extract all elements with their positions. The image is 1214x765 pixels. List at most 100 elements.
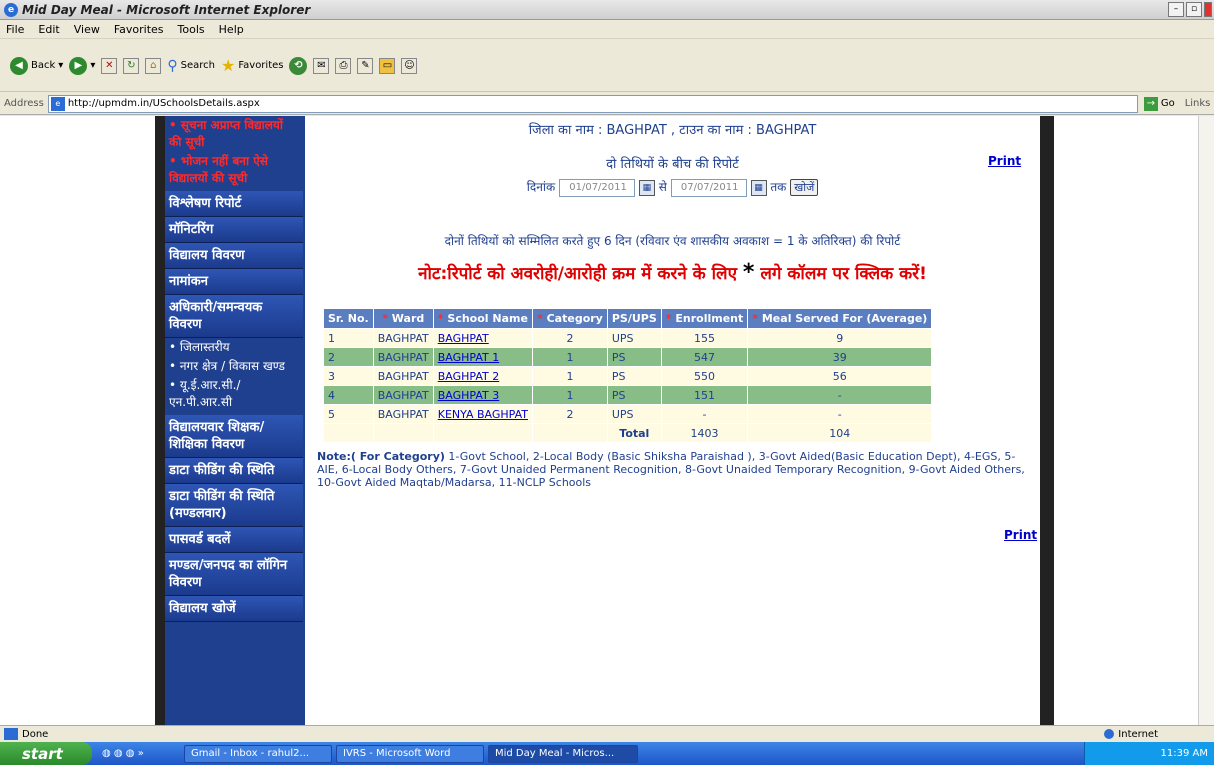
mail-icon[interactable]: ✉ [313, 57, 330, 74]
table-total-row: Total 1403 104 [323, 423, 933, 443]
messenger-icon[interactable]: ☺ [401, 57, 418, 74]
sidebar-item-teacher-details[interactable]: विद्यालयवार शिक्षक/शिक्षिका विवरण [165, 415, 303, 458]
tak-label: तक [770, 180, 787, 194]
status-text: Done [22, 728, 49, 740]
taskbar: start ◍ ◍ ◍ » Gmail - Inbox - rahul2... … [0, 742, 1214, 765]
menu-file[interactable]: File [6, 23, 24, 36]
maximize-button[interactable]: ▫ [1186, 2, 1202, 17]
sidebar: • सूचना अप्राप्त विद्यालयों की सूची • भो… [165, 116, 305, 725]
col-sr-no: Sr. No. [323, 308, 374, 329]
date-filter: दिनांक 01/07/2011 ▦ से 07/07/2011 ▦ तक ख… [305, 178, 1040, 197]
col-enrollment[interactable]: * Enrollment [660, 308, 749, 329]
total-label: Total [606, 423, 662, 443]
school-link[interactable]: BAGHPAT 3 [438, 389, 500, 402]
sidebar-item-no-meal-schools[interactable]: • भोजन नहीं बना ऐसे विद्यालयों की सूची [165, 152, 303, 191]
table-row: 2 BAGHPAT BAGHPAT 1 1 PS 547 39 [323, 347, 933, 367]
edit-icon[interactable]: ✎ [357, 57, 374, 74]
cell-empty [323, 423, 374, 443]
sidebar-item-analysis-report[interactable]: विश्लेषण रिपोर्ट [165, 191, 303, 217]
sidebar-item-school-details[interactable]: विद्यालय विवरण [165, 243, 303, 269]
right-border [1040, 116, 1054, 725]
cell-category: 1 [532, 366, 608, 386]
sidebar-item-unreceived-schools[interactable]: • सूचना अप्राप्त विद्यालयों की सूची [165, 116, 303, 152]
close-button[interactable] [1204, 2, 1212, 17]
sidebar-item-data-feeding[interactable]: डाटा फीडिंग की स्थिति [165, 458, 303, 484]
start-button[interactable]: start [0, 742, 92, 765]
table-row: 3 BAGHPAT BAGHPAT 2 1 PS 550 56 [323, 366, 933, 386]
back-button[interactable]: ◀ Back ▾ [10, 56, 63, 75]
sidebar-item-enrollment[interactable]: नामांकन [165, 269, 303, 295]
cell-enrollment: 547 [660, 347, 749, 367]
from-date-input[interactable]: 01/07/2011 [559, 178, 636, 197]
left-margin [0, 116, 155, 725]
sidebar-subitem-block[interactable]: • नगर क्षेत्र / विकास खण्ड [165, 357, 303, 376]
task-midday-meal[interactable]: Mid Day Meal - Micros... [488, 744, 638, 763]
school-link[interactable]: BAGHPAT 2 [438, 370, 500, 383]
print-icon[interactable]: ⎙ [335, 57, 352, 74]
cell-school: KENYA BAGHPAT [432, 404, 534, 424]
col-school-name[interactable]: * School Name [432, 308, 534, 329]
links-button[interactable]: Links [1185, 98, 1211, 109]
sidebar-item-data-feeding-division[interactable]: डाटा फीडिंग की स्थिति (मण्डलवार) [165, 484, 303, 527]
folder-icon[interactable]: ▭ [379, 57, 396, 74]
right-margin [1054, 116, 1214, 725]
sidebar-item-login-details[interactable]: मण्डल/जनपद का लॉगिन विवरण [165, 553, 303, 596]
search-button[interactable]: खोजें [790, 179, 819, 196]
menu-tools[interactable]: Tools [178, 23, 205, 36]
print-link-bottom[interactable]: Print [1004, 528, 1037, 542]
se-label: से [658, 180, 667, 194]
col-category[interactable]: * Category [532, 308, 608, 329]
toolbar: ◀ Back ▾ ▶ ▾ ✕ ↻ ⌂ ⚲ Search ★ Favorites ⟲ ✉… [0, 40, 1214, 92]
table-row: 4 BAGHPAT BAGHPAT 3 1 PS 151 - [323, 385, 933, 405]
left-border [155, 116, 165, 725]
address-input[interactable]: e http://upmdm.in/USchoolsDetails.aspx [47, 94, 1138, 113]
col-ward[interactable]: * Ward [372, 308, 434, 329]
total-meals: 104 [747, 423, 933, 443]
cell-ward: BAGHPAT [372, 366, 434, 386]
task-word[interactable]: IVRS - Microsoft Word [336, 744, 484, 763]
menu-view[interactable]: View [74, 23, 100, 36]
sort-note: नोट:रिपोर्ट को अवरोही/आरोही क्रम में करन… [305, 260, 1040, 285]
history-icon[interactable]: ⟲ [289, 56, 308, 75]
favorites-button[interactable]: ★ Favorites [221, 56, 284, 75]
quick-launch[interactable]: ◍ ◍ ◍ » [96, 745, 180, 763]
sidebar-subitem-nprc[interactable]: • यू.ई.आर.सी./ एन.पी.आर.सी [165, 376, 303, 415]
menu-favorites[interactable]: Favorites [114, 23, 164, 36]
window-title: Mid Day Meal - Microsoft Internet Explor… [22, 2, 311, 17]
search-button[interactable]: ⚲ Search [167, 58, 215, 74]
school-link[interactable]: BAGHPAT [438, 332, 489, 345]
calendar-icon[interactable]: ▦ [750, 179, 767, 196]
menu-edit[interactable]: Edit [38, 23, 59, 36]
task-gmail[interactable]: Gmail - Inbox - rahul2... [184, 744, 332, 763]
address-label: Address [4, 98, 44, 109]
refresh-icon[interactable]: ↻ [123, 57, 140, 74]
sidebar-item-change-password[interactable]: पासवर्ड बदलें [165, 527, 303, 553]
col-meal-served[interactable]: * Meal Served For (Average) [747, 308, 933, 329]
sidebar-item-monitoring[interactable]: मॉनिटरिंग [165, 217, 303, 243]
scrollbar[interactable] [1198, 116, 1214, 725]
forward-button[interactable]: ▶ ▾ [69, 56, 95, 75]
table-header-row: Sr. No. * Ward * School Name * Category … [323, 308, 933, 329]
address-bar: Address e http://upmdm.in/USchoolsDetail… [0, 93, 1214, 115]
to-date-input[interactable]: 07/07/2011 [670, 178, 747, 197]
menu-help[interactable]: Help [219, 23, 244, 36]
go-button[interactable]: → Go [1143, 96, 1175, 111]
cell-category: 2 [532, 404, 608, 424]
home-icon[interactable]: ⌂ [145, 57, 162, 74]
title-bar: e Mid Day Meal - Microsoft Internet Expl… [0, 0, 1214, 20]
school-link[interactable]: KENYA BAGHPAT [438, 408, 528, 421]
system-tray: 11:39 AM [1084, 742, 1214, 765]
forward-arrow-icon: ▶ [69, 56, 88, 75]
sidebar-item-officer-details[interactable]: अधिकारी/समन्वयक विवरण [165, 295, 303, 338]
calendar-icon[interactable]: ▦ [638, 179, 655, 196]
stop-icon[interactable]: ✕ [101, 57, 118, 74]
page-viewport: • सूचना अप्राप्त विद्यालयों की सूची • भो… [0, 116, 1214, 725]
school-link[interactable]: BAGHPAT 1 [438, 351, 500, 364]
print-link-top[interactable]: Print [988, 154, 1021, 168]
sidebar-item-search-school[interactable]: विद्यालय खोजें [165, 596, 303, 622]
minimize-button[interactable]: – [1168, 2, 1184, 17]
sidebar-subitem-district[interactable]: • जिलास्तरीय [165, 338, 303, 357]
address-url: http://upmdm.in/USchoolsDetails.aspx [67, 98, 260, 109]
days-note: दोनों तिथियों को सम्मिलित करते हुए 6 दिन… [444, 234, 901, 248]
cell-meals: 39 [747, 347, 933, 367]
